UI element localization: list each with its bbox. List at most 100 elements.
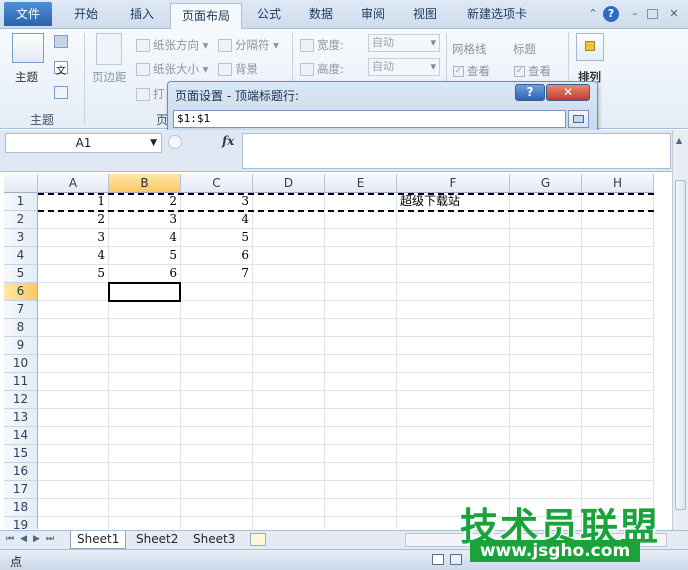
- row-header[interactable]: 12: [4, 391, 38, 409]
- cell-C2[interactable]: 4: [181, 211, 253, 229]
- cell-C19[interactable]: [181, 517, 253, 529]
- cell-B15[interactable]: [109, 445, 181, 463]
- cell-D12[interactable]: [253, 391, 325, 409]
- row-header[interactable]: 19: [4, 517, 38, 529]
- cell-B7[interactable]: [109, 301, 181, 319]
- cell-E14[interactable]: [325, 427, 397, 445]
- help-icon[interactable]: ?: [603, 6, 619, 22]
- cell-A19[interactable]: [38, 517, 109, 529]
- themes-button[interactable]: 主题: [15, 69, 38, 85]
- row-header[interactable]: 13: [4, 409, 38, 427]
- row-header[interactable]: 16: [4, 463, 38, 481]
- cell-G2[interactable]: [510, 211, 582, 229]
- height-select[interactable]: 自动 ▾: [368, 58, 440, 76]
- cell-C13[interactable]: [181, 409, 253, 427]
- tab-file[interactable]: 文件: [4, 2, 52, 26]
- title-rows-input[interactable]: $1:$1: [173, 110, 566, 128]
- sheet-tab-2[interactable]: Sheet2: [130, 531, 184, 549]
- cell-F8[interactable]: [397, 319, 510, 337]
- cell-B13[interactable]: [109, 409, 181, 427]
- arrange-icon[interactable]: [576, 33, 604, 61]
- cell-A15[interactable]: [38, 445, 109, 463]
- cell-F13[interactable]: [397, 409, 510, 427]
- cell-A14[interactable]: [38, 427, 109, 445]
- row-header[interactable]: 7: [4, 301, 38, 319]
- cell-A7[interactable]: [38, 301, 109, 319]
- print-area-button[interactable]: 打: [136, 86, 165, 102]
- cell-G15[interactable]: [510, 445, 582, 463]
- cell-E10[interactable]: [325, 355, 397, 373]
- cell-H13[interactable]: [582, 409, 654, 427]
- cell-H16[interactable]: [582, 463, 654, 481]
- dialog-close-button[interactable]: ✕: [546, 84, 590, 101]
- row-header[interactable]: 4: [4, 247, 38, 265]
- row-header[interactable]: 9: [4, 337, 38, 355]
- cell-F9[interactable]: [397, 337, 510, 355]
- cell-E15[interactable]: [325, 445, 397, 463]
- cell-D14[interactable]: [253, 427, 325, 445]
- cell-B5[interactable]: 6: [109, 265, 181, 283]
- cell-D13[interactable]: [253, 409, 325, 427]
- cell-D11[interactable]: [253, 373, 325, 391]
- cell-C9[interactable]: [181, 337, 253, 355]
- column-header[interactable]: E: [325, 174, 397, 193]
- cell-E3[interactable]: [325, 229, 397, 247]
- cell-H10[interactable]: [582, 355, 654, 373]
- view-headings-checkbox[interactable]: ✓ 查看: [514, 63, 551, 79]
- cell-E19[interactable]: [325, 517, 397, 529]
- size-button[interactable]: 纸张大小 ▾: [136, 61, 208, 77]
- cell-D8[interactable]: [253, 319, 325, 337]
- cell-C7[interactable]: [181, 301, 253, 319]
- cell-F12[interactable]: [397, 391, 510, 409]
- cell-B8[interactable]: [109, 319, 181, 337]
- row-header[interactable]: 18: [4, 499, 38, 517]
- cell-H11[interactable]: [582, 373, 654, 391]
- tab-home[interactable]: 开始: [62, 0, 110, 29]
- cell-A18[interactable]: [38, 499, 109, 517]
- cell-G6[interactable]: [510, 283, 582, 301]
- cell-B18[interactable]: [109, 499, 181, 517]
- circle-handle-icon[interactable]: [168, 135, 182, 149]
- sheet-tab-3[interactable]: Sheet3: [187, 531, 241, 549]
- column-header[interactable]: D: [253, 174, 325, 193]
- close-window-icon[interactable]: ✕: [666, 6, 682, 22]
- scroll-up-icon[interactable]: ▲: [676, 136, 682, 145]
- cell-B9[interactable]: [109, 337, 181, 355]
- cell-B4[interactable]: 5: [109, 247, 181, 265]
- cell-H4[interactable]: [582, 247, 654, 265]
- vertical-scrollbar[interactable]: ▲: [672, 130, 688, 530]
- cell-A13[interactable]: [38, 409, 109, 427]
- cell-G8[interactable]: [510, 319, 582, 337]
- themes-icon[interactable]: [12, 33, 44, 63]
- cell-E12[interactable]: [325, 391, 397, 409]
- row-header[interactable]: 14: [4, 427, 38, 445]
- row-header[interactable]: 2: [4, 211, 38, 229]
- cell-E16[interactable]: [325, 463, 397, 481]
- cell-H7[interactable]: [582, 301, 654, 319]
- cell-H5[interactable]: [582, 265, 654, 283]
- cell-C6[interactable]: [181, 283, 253, 301]
- cell-B2[interactable]: 3: [109, 211, 181, 229]
- cell-C11[interactable]: [181, 373, 253, 391]
- tab-data[interactable]: 数据: [300, 0, 342, 29]
- tab-insert[interactable]: 插入: [118, 0, 166, 29]
- sheet-tab-1[interactable]: Sheet1: [70, 531, 127, 549]
- cell-G16[interactable]: [510, 463, 582, 481]
- cell-E9[interactable]: [325, 337, 397, 355]
- cell-B17[interactable]: [109, 481, 181, 499]
- cell-A9[interactable]: [38, 337, 109, 355]
- cell-G14[interactable]: [510, 427, 582, 445]
- cell-G4[interactable]: [510, 247, 582, 265]
- cell-G10[interactable]: [510, 355, 582, 373]
- scroll-thumb[interactable]: [675, 180, 686, 510]
- page-layout-view-icon[interactable]: [450, 554, 462, 565]
- row-header[interactable]: 1: [4, 193, 38, 211]
- sheet-nav-arrows-icon[interactable]: ⏮◀▶⏭: [6, 534, 60, 544]
- cell-G11[interactable]: [510, 373, 582, 391]
- cell-C12[interactable]: [181, 391, 253, 409]
- cell-E2[interactable]: [325, 211, 397, 229]
- name-box[interactable]: A1 ▼: [5, 133, 162, 153]
- cell-F3[interactable]: [397, 229, 510, 247]
- minimize-window-icon[interactable]: –: [627, 6, 643, 22]
- cell-C10[interactable]: [181, 355, 253, 373]
